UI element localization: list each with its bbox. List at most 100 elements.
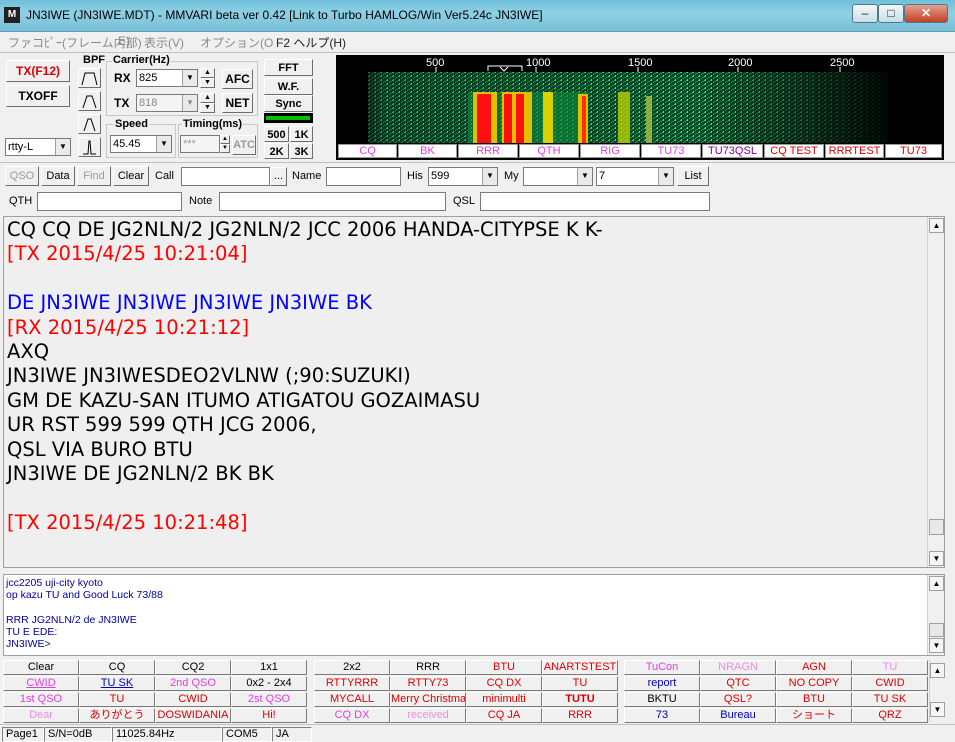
macro-button[interactable]: 0x2 - 2x4	[231, 676, 307, 691]
macro-button[interactable]: TU SK	[79, 676, 155, 691]
timing-up-button[interactable]: ▲	[220, 135, 230, 144]
macro-button[interactable]: CWID	[852, 676, 928, 691]
tx-carrier-select[interactable]: 818 ▼	[136, 94, 198, 112]
waterfall-button[interactable]: W.F.	[264, 78, 313, 95]
spectrum-macro-button[interactable]: BK	[398, 144, 457, 158]
note-input[interactable]	[219, 192, 446, 211]
fft-button[interactable]: FFT	[264, 59, 313, 76]
macro-button[interactable]: ANARTSTEST	[542, 660, 618, 675]
span-3k-button[interactable]: 3K	[290, 143, 313, 159]
scroll-down-icon[interactable]: ▼	[929, 551, 944, 566]
spectrum-macro-button[interactable]: RRRTEST	[825, 144, 884, 158]
mode-select[interactable]: rtty-L ▼	[5, 138, 71, 156]
macro-scrollbar[interactable]: ▲ ▼	[929, 660, 945, 722]
menu-view[interactable]: 表示(V)	[144, 34, 184, 51]
waterfall-display[interactable]	[338, 72, 942, 143]
span-1k-button[interactable]: 1K	[290, 126, 313, 142]
macro-button[interactable]: RRR	[542, 708, 618, 723]
macro-button[interactable]: Dear	[3, 708, 79, 723]
macro-button[interactable]: BTU	[776, 692, 852, 707]
menu-help[interactable]: F2 ヘルプ(H)	[276, 34, 346, 51]
timing-input[interactable]: ***	[180, 135, 220, 153]
macro-button[interactable]: AGN	[776, 660, 852, 675]
macro-button[interactable]: CWID	[3, 676, 79, 691]
macro-button[interactable]: TU	[542, 676, 618, 691]
tx-button[interactable]: TX(F12)	[6, 60, 70, 82]
macro-button[interactable]: RRR	[390, 660, 466, 675]
call-input[interactable]	[181, 167, 270, 186]
macro-button[interactable]: TU	[79, 692, 155, 707]
spectrum-macro-button[interactable]: RIG	[580, 144, 640, 158]
afc-button[interactable]: AFC	[222, 69, 253, 89]
macro-button[interactable]: Bureau	[700, 708, 776, 723]
menu-options[interactable]: オプション(O	[200, 34, 273, 51]
macro-button[interactable]: TUTU	[542, 692, 618, 707]
scroll-up-icon[interactable]: ▲	[929, 576, 944, 591]
sync-button[interactable]: Sync	[264, 95, 313, 112]
rx-scrollbar[interactable]: ▲ ▼	[927, 217, 944, 567]
tx-up-button[interactable]: ▲	[200, 93, 215, 103]
macro-button[interactable]: Clear	[3, 660, 79, 675]
macro-button[interactable]: ありがとう	[79, 708, 155, 723]
timing-down-button[interactable]: ▼	[220, 144, 230, 153]
call-browse-button[interactable]: ...	[270, 167, 287, 186]
macro-button[interactable]: Merry Christma	[390, 692, 466, 707]
macro-button[interactable]: BKTU	[624, 692, 700, 707]
span-500-button[interactable]: 500	[264, 126, 289, 142]
menu-edit[interactable]: E)	[118, 34, 130, 48]
macro-button[interactable]: CWID	[155, 692, 231, 707]
tx-scrollbar[interactable]: ▲ ▼	[927, 575, 944, 655]
net-button[interactable]: NET	[222, 93, 253, 113]
macro-button[interactable]: ショート	[776, 708, 852, 723]
scroll-up-icon[interactable]: ▲	[930, 663, 945, 678]
macro-button[interactable]: 2st QSO	[231, 692, 307, 707]
scroll-down-icon[interactable]: ▼	[929, 638, 944, 653]
macro-button[interactable]: DOSWIDANIA	[155, 708, 231, 723]
qth-input[interactable]	[37, 192, 182, 211]
list-button[interactable]: List	[677, 166, 709, 186]
macro-button[interactable]: CQ DX	[466, 676, 542, 691]
macro-button[interactable]: report	[624, 676, 700, 691]
scroll-down-icon[interactable]: ▼	[930, 702, 945, 717]
macro-button[interactable]: 73	[624, 708, 700, 723]
spectrum-macro-button[interactable]: CQ	[338, 144, 397, 158]
macro-button[interactable]: MYCALL	[314, 692, 390, 707]
macro-button[interactable]: CQ DX	[314, 708, 390, 723]
macro-button[interactable]: received	[390, 708, 466, 723]
macro-button[interactable]: CQ2	[155, 660, 231, 675]
maximize-button[interactable]: □	[878, 4, 904, 23]
spectrum-macro-button[interactable]: RRR	[458, 144, 518, 158]
bpf-medium-button[interactable]	[78, 91, 101, 111]
spectrum-macro-button[interactable]: QTH	[519, 144, 579, 158]
macro-button[interactable]: 1st QSO	[3, 692, 79, 707]
txoff-button[interactable]: TXOFF	[6, 85, 70, 107]
rx-carrier-select[interactable]: 825 ▼	[136, 69, 198, 87]
spectrum-macro-button[interactable]: TU73QSL	[702, 144, 763, 158]
macro-button[interactable]: RTTY73	[390, 676, 466, 691]
atc-button[interactable]: ATC	[232, 135, 256, 155]
macro-button[interactable]: 1x1	[231, 660, 307, 675]
macro-button[interactable]: QSL?	[700, 692, 776, 707]
my-rst-select[interactable]: ▼	[523, 167, 593, 186]
receive-text-area[interactable]: CQ CQ DE JG2NLN/2 JG2NLN/2 JCC 2006 HAND…	[3, 216, 945, 568]
macro-button[interactable]: TuCon	[624, 660, 700, 675]
macro-button[interactable]: TU SK	[852, 692, 928, 707]
close-button[interactable]: ✕	[904, 4, 948, 23]
bpf-narrow-button[interactable]	[78, 114, 101, 134]
minimize-button[interactable]: –	[852, 4, 878, 23]
tx-down-button[interactable]: ▼	[200, 103, 215, 113]
macro-button[interactable]: CQ	[79, 660, 155, 675]
rx-down-button[interactable]: ▼	[200, 78, 215, 88]
macro-button[interactable]: minimulti	[466, 692, 542, 707]
his-rst-select[interactable]: 599 ▼	[428, 167, 498, 186]
scroll-thumb[interactable]	[929, 623, 944, 637]
span-2k-button[interactable]: 2K	[264, 143, 289, 159]
qso-button[interactable]: QSO	[5, 166, 39, 186]
macro-button[interactable]: QTC	[700, 676, 776, 691]
speed-select[interactable]: 45.45 ▼	[110, 135, 172, 153]
find-button[interactable]: Find	[77, 166, 111, 186]
transmit-text-area[interactable]: jcc2205 uji-city kyoto op kazu TU and Goo…	[3, 574, 945, 656]
macro-button[interactable]: TU	[852, 660, 928, 675]
data-button[interactable]: Data	[41, 166, 75, 186]
qsl-input[interactable]	[480, 192, 710, 211]
